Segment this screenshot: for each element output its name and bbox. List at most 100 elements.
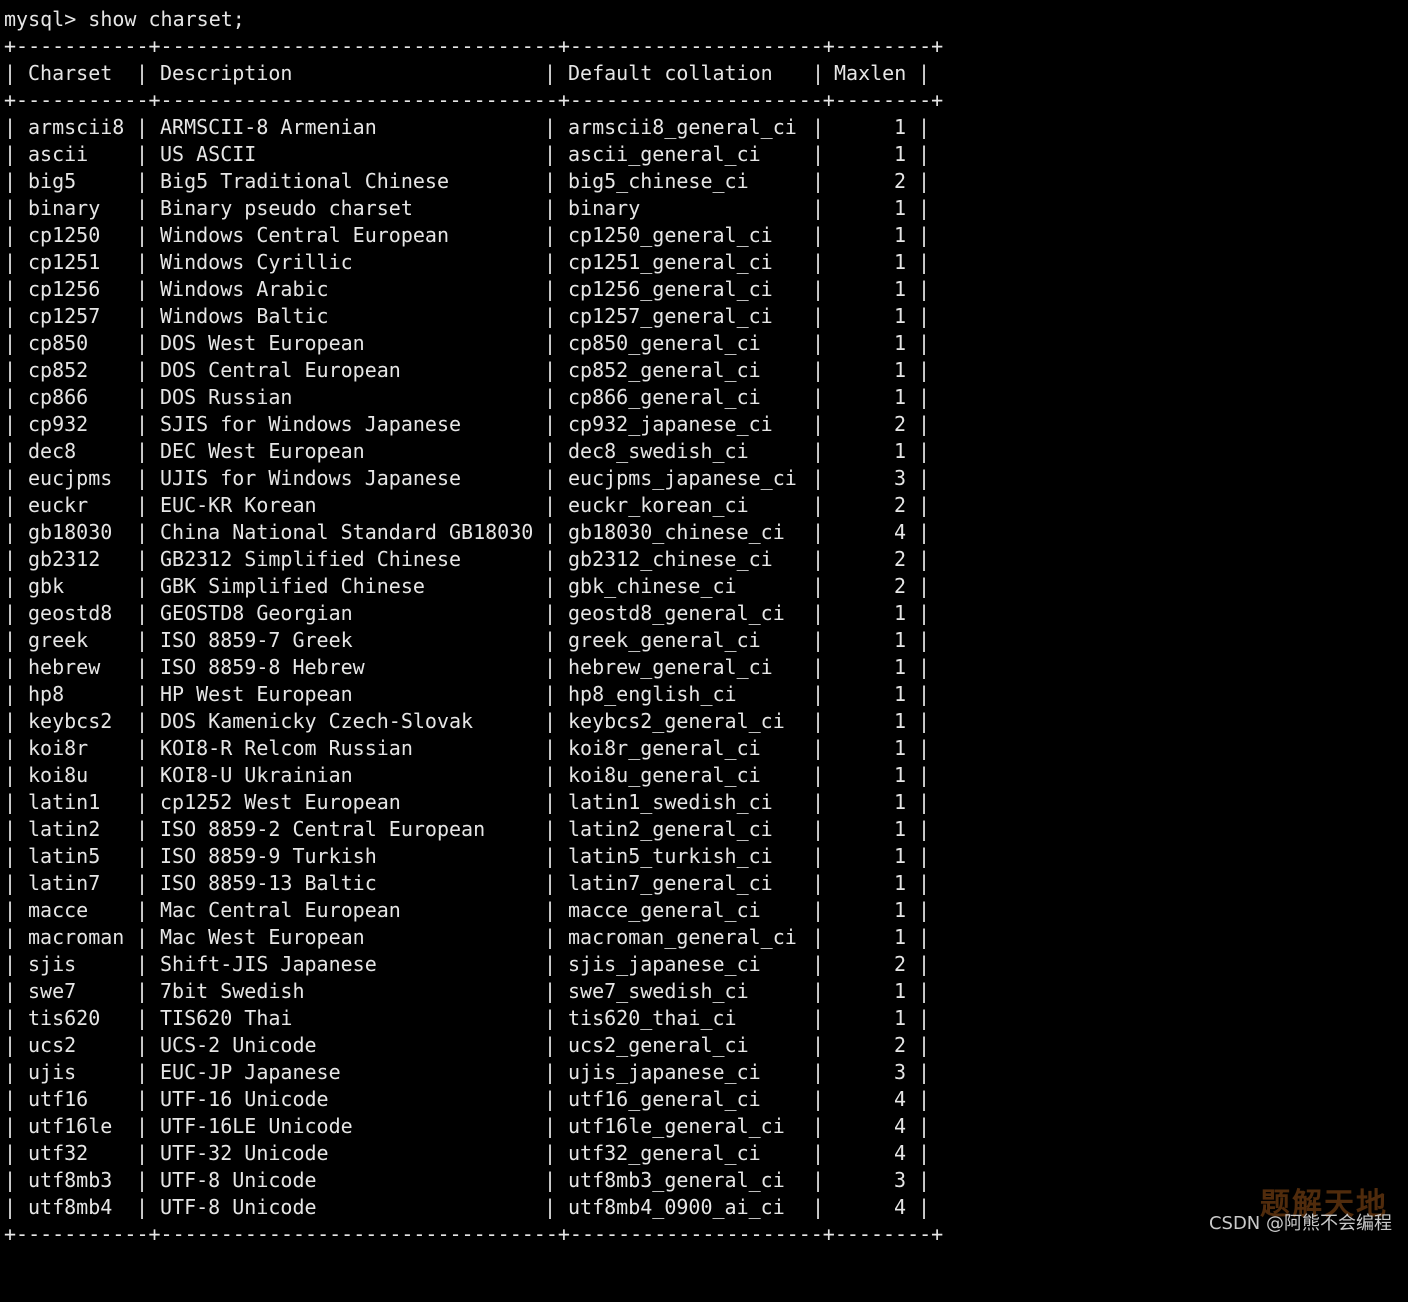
column-separator: | — [918, 547, 931, 571]
cell-maxlen: 2 — [893, 952, 906, 976]
cell-maxlen: 1 — [893, 763, 906, 787]
table-row: | eucjpms | UJIS for Windows Japanese | eucjp… — [4, 465, 1404, 492]
cell-description: UTF-16 Unicode — [160, 1087, 329, 1111]
cell-charset: utf8mb4 — [28, 1195, 113, 1219]
header-description: Description — [160, 61, 293, 85]
cell-default-collation: ucs2_general_ci — [568, 1033, 749, 1057]
column-separator: | — [4, 1087, 17, 1111]
cell-charset: binary — [28, 196, 101, 220]
column-separator: | — [544, 790, 557, 814]
column-separator: | — [136, 1114, 149, 1138]
column-separator: | — [918, 277, 931, 301]
cell-maxlen: 4 — [893, 1195, 906, 1219]
column-separator: | — [4, 493, 17, 517]
cell-default-collation: latin1_swedish_ci — [568, 790, 773, 814]
column-separator: | — [136, 520, 149, 544]
column-separator: | — [136, 790, 149, 814]
cell-default-collation: tis620_thai_ci — [568, 1006, 737, 1030]
cell-charset: macroman — [28, 925, 125, 949]
table-row: | gbk | GBK Simplified Chinese | gbk_chinese_… — [4, 573, 1404, 600]
column-separator: | — [918, 61, 931, 85]
cell-description: GBK Simplified Chinese — [160, 574, 425, 598]
column-separator: | — [4, 1114, 17, 1138]
cell-charset: gbk — [28, 574, 65, 598]
column-separator: | — [812, 1033, 825, 1057]
cell-charset: keybcs2 — [28, 709, 113, 733]
column-separator: | — [4, 736, 17, 760]
column-separator: | — [918, 1168, 931, 1192]
cell-maxlen: 4 — [893, 1114, 906, 1138]
column-separator: | — [918, 763, 931, 787]
column-separator: | — [812, 1168, 825, 1192]
column-separator: | — [136, 1087, 149, 1111]
cell-charset: cp866 — [28, 385, 89, 409]
column-separator: | — [918, 1033, 931, 1057]
cell-maxlen: 4 — [893, 1087, 906, 1111]
cell-maxlen: 1 — [893, 655, 906, 679]
column-separator: | — [918, 1195, 931, 1219]
column-separator: | — [4, 385, 17, 409]
cell-description: ISO 8859-9 Turkish — [160, 844, 377, 868]
column-separator: | — [812, 520, 825, 544]
column-separator: | — [136, 817, 149, 841]
column-separator: | — [918, 520, 931, 544]
table-row: | ujis | EUC-JP Japanese | ujis_japanese_ci | 3… — [4, 1059, 1404, 1086]
cell-charset: latin7 — [28, 871, 101, 895]
column-separator: | — [544, 1087, 557, 1111]
column-separator: | — [918, 952, 931, 976]
table-row: | binary | Binary pseudo charset | binary | 1 | — [4, 195, 1404, 222]
cell-default-collation: eucjpms_japanese_ci — [568, 466, 797, 490]
column-separator: | — [4, 223, 17, 247]
cell-charset: cp852 — [28, 358, 89, 382]
column-separator: | — [4, 1141, 17, 1165]
cell-description: China National Standard GB18030 — [160, 520, 534, 544]
column-separator: | — [918, 1006, 931, 1030]
column-separator: | — [4, 709, 17, 733]
column-separator: | — [544, 466, 557, 490]
column-separator: | — [544, 1033, 557, 1057]
cell-description: UTF-8 Unicode — [160, 1168, 317, 1192]
column-separator: | — [918, 655, 931, 679]
cell-default-collation: geostd8_general_ci — [568, 601, 785, 625]
column-separator: | — [136, 115, 149, 139]
column-separator: | — [812, 358, 825, 382]
cell-description: ARMSCII-8 Armenian — [160, 115, 377, 139]
cell-description: 7bit Swedish — [160, 979, 305, 1003]
cell-charset: euckr — [28, 493, 89, 517]
column-separator: | — [4, 601, 17, 625]
cell-maxlen: 1 — [893, 601, 906, 625]
column-separator: | — [544, 601, 557, 625]
column-separator: | — [918, 1060, 931, 1084]
table-row: | keybcs2 | DOS Kamenicky Czech-Slovak | keyb… — [4, 708, 1404, 735]
cell-maxlen: 2 — [893, 1033, 906, 1057]
column-separator: | — [812, 925, 825, 949]
column-separator: | — [136, 466, 149, 490]
column-separator: | — [4, 682, 17, 706]
column-separator: | — [544, 1114, 557, 1138]
table-row: | koi8u | KOI8-U Ukrainian | koi8u_general_ci… — [4, 762, 1404, 789]
cell-maxlen: 2 — [893, 493, 906, 517]
cell-default-collation: cp1251_general_ci — [568, 250, 773, 274]
cell-default-collation: big5_chinese_ci — [568, 169, 749, 193]
column-separator: | — [4, 142, 17, 166]
cell-charset: big5 — [28, 169, 77, 193]
column-separator: | — [544, 1006, 557, 1030]
table-row: | utf16 | UTF-16 Unicode | utf16_general_ci | 4… — [4, 1086, 1404, 1113]
column-separator: | — [544, 223, 557, 247]
cell-description: ISO 8859-8 Hebrew — [160, 655, 365, 679]
cell-maxlen: 1 — [893, 1006, 906, 1030]
column-separator: | — [136, 493, 149, 517]
cell-maxlen: 1 — [893, 709, 906, 733]
table-row: | cp1256 | Windows Arabic | cp1256_general_ci… — [4, 276, 1404, 303]
column-separator: | — [544, 385, 557, 409]
column-separator: | — [4, 655, 17, 679]
cell-maxlen: 1 — [893, 277, 906, 301]
cell-default-collation: utf16_general_ci — [568, 1087, 761, 1111]
cell-charset: greek — [28, 628, 89, 652]
cell-charset: hp8 — [28, 682, 65, 706]
cell-maxlen: 1 — [893, 304, 906, 328]
cell-maxlen: 2 — [893, 547, 906, 571]
table-row: | cp850 | DOS West European | cp850_general_c… — [4, 330, 1404, 357]
cell-maxlen: 1 — [893, 817, 906, 841]
cell-default-collation: latin2_general_ci — [568, 817, 773, 841]
